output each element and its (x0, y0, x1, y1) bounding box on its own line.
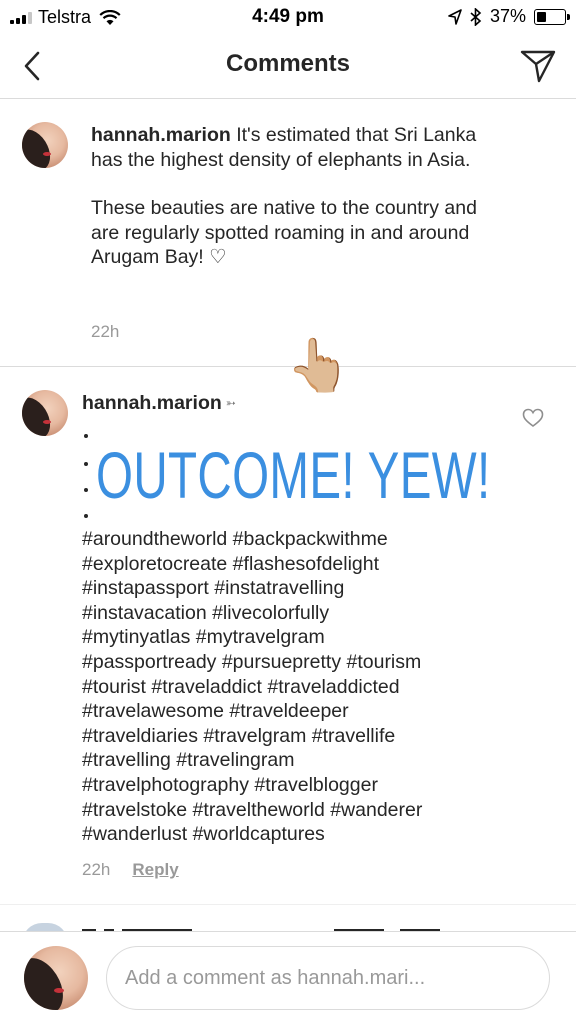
location-arrow-icon (448, 8, 462, 25)
avatar-lip (54, 988, 64, 993)
arrow-emoji: ➳ (225, 396, 236, 410)
reply-button[interactable]: Reply (132, 860, 178, 879)
dot-line (84, 462, 88, 466)
comment-username[interactable]: hannah.marion (82, 392, 222, 414)
comment-input[interactable] (106, 946, 550, 1010)
comment-paragraph-2: These beauties are native to the country… (91, 197, 477, 268)
comment-meta: 22h Reply (82, 860, 179, 880)
share-button[interactable] (518, 48, 558, 84)
nav-bar: Comments (0, 34, 576, 99)
hashtag-line[interactable]: #passportready #pursuepretty #tourism (82, 650, 512, 675)
hashtag-line[interactable]: #instapassport #instatravelling (82, 576, 512, 601)
avatar-hair (22, 391, 56, 436)
avatar-hair (22, 123, 56, 168)
comment-header: hannah.marion ➳ (82, 391, 502, 416)
dot-line (84, 488, 88, 492)
hashtag-line[interactable]: #travelstoke #traveltheworld #wanderer (82, 798, 512, 823)
page-title: Comments (225, 50, 351, 77)
hashtag-line[interactable]: #travelawesome #traveldeeper (82, 699, 512, 724)
hashtag-line[interactable]: #tourist #traveladdict #traveladdicted (82, 675, 512, 700)
avatar[interactable] (22, 122, 68, 168)
comment-paragraph-1: hannah.marion It's estimated that Sri La… (91, 123, 511, 172)
battery-fill (537, 11, 547, 22)
comment-username[interactable]: hannah.marion (91, 124, 231, 146)
dot-line (84, 514, 88, 518)
hashtag-line[interactable]: #travelphotography #travelblogger (82, 773, 512, 798)
avatar[interactable] (22, 390, 68, 436)
hashtag-line[interactable]: #mytinyatlas #mytravelgram (82, 625, 512, 650)
dot-line (84, 434, 88, 438)
user-avatar (24, 946, 88, 1010)
outcome-headline: OUTCOME! YEW! (96, 438, 491, 512)
hashtag-line[interactable]: #travelling #travelingram (82, 748, 512, 773)
direct-message-icon (520, 50, 556, 83)
battery-cap (567, 13, 570, 20)
comment-body: hannah.marion It's estimated that Sri La… (91, 123, 511, 270)
comment-time: 22h (91, 322, 120, 341)
pointing-up-emoji: 👆🏼 (286, 337, 351, 395)
hashtag-line[interactable]: #wanderlust #worldcaptures (82, 822, 512, 847)
avatar-lip (43, 420, 51, 424)
hashtag-list: #aroundtheworld #backpackwithme #exploret… (82, 527, 512, 847)
hashtag-line[interactable]: #exploretocreate #flashesofdelight (82, 552, 512, 577)
status-bar: Telstra 4:49 pm 37% (0, 0, 576, 34)
bluetooth-icon (470, 7, 482, 26)
comment-time: 22h (82, 860, 111, 879)
hashtag-line[interactable]: #aroundtheworld #backpackwithme (82, 527, 512, 552)
divider (0, 904, 576, 905)
hashtag-line[interactable]: #instavacation #livecolorfully (82, 601, 512, 626)
comment-composer (0, 931, 576, 1025)
status-right: 37% (448, 6, 570, 27)
heart-outline-icon[interactable] (522, 408, 544, 428)
hashtag-line[interactable]: #traveldiaries #travelgram #travellife (82, 724, 512, 749)
battery-icon (534, 8, 570, 25)
chevron-left-icon (24, 51, 40, 81)
avatar-hair (24, 950, 71, 1010)
battery-percent: 37% (489, 6, 526, 26)
avatar-lip (43, 152, 51, 156)
back-button[interactable] (14, 48, 50, 84)
